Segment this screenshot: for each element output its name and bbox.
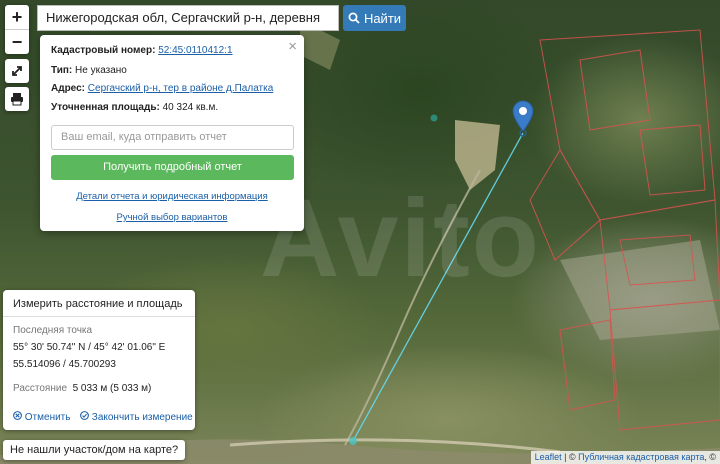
last-point-label: Последняя точка [13,325,93,336]
area-value: 40 324 кв.м. [162,102,219,113]
measure-divider [3,316,195,317]
type-row: Тип: Не указано [51,65,127,76]
cadastral-row: Кадастровый номер: 52:45:0110412:1 [51,45,233,56]
leaflet-link[interactable]: Leaflet [535,452,562,462]
parcel-info-popup: × Кадастровый номер: 52:45:0110412:1 Тип… [40,35,304,231]
email-field[interactable]: Ваш email, куда отправить отчет [51,125,294,150]
measure-panel: Измерить расстояние и площадь Последняя … [3,290,195,430]
finish-measure-label: Закончить измерение [91,412,193,423]
address-row: Адрес: Сергачский р-н, тер в районе д.Па… [51,83,273,94]
not-found-button[interactable]: Не нашли участок/дом на карте? [3,440,186,460]
search-icon [348,12,360,24]
zoom-control: + − [5,5,29,54]
fullscreen-button[interactable] [5,59,29,83]
print-button[interactable] [5,87,29,111]
coords-decimal: 55.514096 / 45.700293 [13,359,116,370]
attribution-suffix: , © [704,452,716,462]
print-icon [11,93,23,106]
area-label: Уточненная площадь: [51,102,160,113]
manual-selection-link[interactable]: Ручной выбор вариантов [117,212,228,223]
map-marker-icon[interactable] [512,100,534,135]
type-value: Не указано [75,65,127,76]
cancel-icon [13,411,22,420]
search-button-label: Найти [363,10,402,26]
type-label: Тип: [51,65,73,76]
zoom-out-button[interactable]: − [5,29,29,54]
search-button[interactable]: Найти [343,5,406,31]
cadastral-map-link[interactable]: Публичная кадастровая карта [578,452,704,462]
address-label: Адрес: [51,83,85,94]
area-row: Уточненная площадь: 40 324 кв.м. [51,102,218,113]
address-link[interactable]: Сергачский р-н, тер в районе д.Палатка [88,83,274,94]
fullscreen-icon [12,66,22,76]
check-icon [80,411,89,420]
distance-value: 5 033 м (5 033 м) [72,383,152,394]
cancel-measure-button[interactable]: Отменить [13,411,70,423]
measure-title: Измерить расстояние и площадь [13,298,183,310]
distance-label: Расстояние [13,383,68,394]
cancel-measure-label: Отменить [24,412,71,423]
map-attribution: Leaflet | © Публичная кадастровая карта,… [530,451,720,464]
get-report-button[interactable]: Получить подробный отчет [51,155,294,180]
finish-measure-button[interactable]: Закончить измерение [80,411,193,423]
attribution-separator: | © [561,452,579,462]
cadastral-label: Кадастровый номер: [51,45,156,56]
cadastral-number-link[interactable]: 52:45:0110412:1 [158,45,232,56]
zoom-in-button[interactable]: + [5,5,29,29]
close-icon[interactable]: × [288,38,297,55]
address-search-input[interactable]: Нижегородская обл, Сергачский р-н, дерев… [37,5,339,49]
coords-dms: 55° 30' 50.74" N / 45° 42' 01.06" E [13,342,166,353]
report-details-link[interactable]: Детали отчета и юридическая информация [76,191,268,202]
